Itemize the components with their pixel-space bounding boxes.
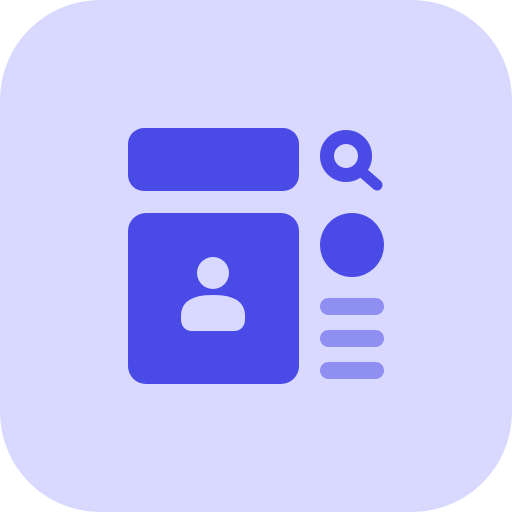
avatar-circle [320,213,384,277]
app-icon-tile [0,0,512,512]
profile-search-layout-icon [0,0,512,512]
text-line [320,298,384,315]
header-bar [128,128,299,191]
text-line [320,362,384,379]
text-line [320,330,384,347]
